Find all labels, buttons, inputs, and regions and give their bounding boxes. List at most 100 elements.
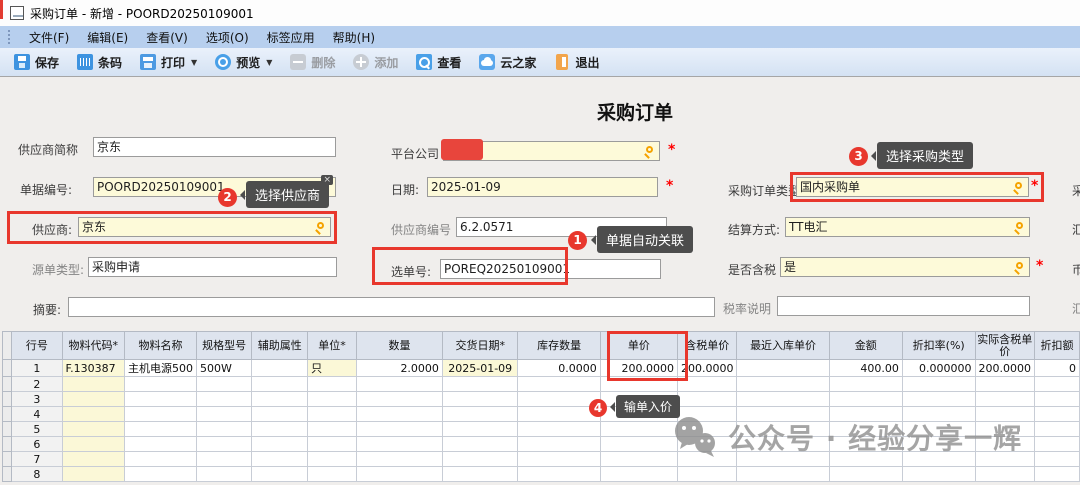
menu-item[interactable]: 选项(O) xyxy=(197,27,258,48)
table-cell[interactable] xyxy=(600,422,677,437)
table-cell[interactable] xyxy=(252,437,308,452)
source-type-input[interactable]: 采购申请 xyxy=(88,257,337,277)
toolbar-save-button[interactable]: 保存 xyxy=(6,52,67,73)
row-number-cell[interactable]: 8 xyxy=(12,467,62,482)
table-cell[interactable] xyxy=(62,422,124,437)
table-cell[interactable] xyxy=(829,392,902,407)
table-cell[interactable] xyxy=(518,377,600,392)
toolbar-barcode-button[interactable]: 条码 xyxy=(69,52,130,73)
table-cell[interactable] xyxy=(518,452,600,467)
lookup-icon[interactable] xyxy=(642,145,656,158)
table-cell[interactable] xyxy=(196,437,251,452)
dropdown-arrow-icon[interactable]: ▼ xyxy=(266,58,272,67)
table-cell[interactable] xyxy=(62,392,124,407)
table-cell[interactable] xyxy=(196,452,251,467)
table-cell[interactable]: 主机电源500 xyxy=(124,360,196,377)
table-cell[interactable] xyxy=(442,407,518,422)
row-gutter[interactable] xyxy=(3,377,12,392)
table-cell[interactable] xyxy=(737,377,829,392)
summary-input[interactable] xyxy=(68,297,715,317)
toolbar-add-button[interactable]: 添加 xyxy=(345,52,406,73)
toolbar-preview-button[interactable]: 预览▼ xyxy=(207,52,280,73)
date-input[interactable]: 2025-01-09 xyxy=(427,177,658,197)
table-cell[interactable] xyxy=(737,360,829,377)
table-cell[interactable] xyxy=(975,392,1035,407)
row-gutter[interactable] xyxy=(3,392,12,407)
table-cell[interactable] xyxy=(357,392,443,407)
table-cell[interactable] xyxy=(1035,437,1080,452)
table-cell[interactable] xyxy=(518,392,600,407)
toolbar-yunzhijia-button[interactable]: 云之家 xyxy=(471,52,544,73)
table-cell[interactable] xyxy=(308,437,357,452)
table-cell[interactable] xyxy=(902,467,975,482)
table-cell[interactable]: 200.0000 xyxy=(975,360,1035,377)
supplier-short-input[interactable]: 京东 xyxy=(93,137,336,157)
table-cell[interactable] xyxy=(1035,392,1080,407)
table-cell[interactable] xyxy=(357,452,443,467)
table-cell[interactable]: 0.0000 xyxy=(518,360,600,377)
table-cell[interactable] xyxy=(1035,407,1080,422)
table-cell[interactable] xyxy=(252,422,308,437)
table-cell[interactable] xyxy=(124,452,196,467)
table-cell[interactable] xyxy=(124,467,196,482)
toolbar-print-button[interactable]: 打印▼ xyxy=(132,52,205,73)
lookup-icon[interactable] xyxy=(1012,261,1026,274)
table-cell[interactable] xyxy=(357,407,443,422)
close-icon[interactable]: × xyxy=(321,175,333,185)
table-cell[interactable] xyxy=(737,392,829,407)
row-number-cell[interactable]: 5 xyxy=(12,422,62,437)
table-cell[interactable] xyxy=(196,422,251,437)
table-cell[interactable] xyxy=(196,392,251,407)
table-cell[interactable] xyxy=(1035,467,1080,482)
table-cell[interactable] xyxy=(62,407,124,422)
settlement-input[interactable]: TT电汇 xyxy=(785,217,1030,237)
table-cell[interactable] xyxy=(357,377,443,392)
table-cell[interactable] xyxy=(518,437,600,452)
table-cell[interactable] xyxy=(829,467,902,482)
table-cell[interactable] xyxy=(975,377,1035,392)
table-cell[interactable] xyxy=(442,422,518,437)
menu-item[interactable]: 查看(V) xyxy=(137,27,197,48)
table-cell[interactable] xyxy=(1035,452,1080,467)
row-number-cell[interactable]: 3 xyxy=(12,392,62,407)
table-cell[interactable] xyxy=(124,392,196,407)
table-cell[interactable] xyxy=(600,452,677,467)
table-cell[interactable] xyxy=(196,407,251,422)
table-cell[interactable] xyxy=(829,377,902,392)
lookup-icon[interactable] xyxy=(1012,221,1026,234)
table-cell[interactable]: 2025-01-09 xyxy=(442,360,518,377)
dropdown-arrow-icon[interactable]: ▼ xyxy=(191,58,197,67)
table-cell[interactable] xyxy=(252,360,308,377)
table-cell[interactable] xyxy=(442,437,518,452)
table-cell[interactable] xyxy=(308,467,357,482)
table-cell[interactable] xyxy=(442,452,518,467)
table-cell[interactable] xyxy=(252,392,308,407)
table-cell[interactable] xyxy=(975,467,1035,482)
table-cell[interactable] xyxy=(677,392,737,407)
menu-item[interactable]: 标签应用 xyxy=(258,27,324,48)
table-cell[interactable] xyxy=(600,437,677,452)
table-cell[interactable] xyxy=(357,437,443,452)
table-cell[interactable] xyxy=(737,467,829,482)
table-cell[interactable] xyxy=(442,392,518,407)
table-cell[interactable] xyxy=(677,467,737,482)
table-cell[interactable] xyxy=(600,467,677,482)
table-cell[interactable]: 0 xyxy=(1035,360,1080,377)
table-cell[interactable] xyxy=(62,437,124,452)
table-cell[interactable]: F.130387 xyxy=(62,360,124,377)
menu-item[interactable]: 帮助(H) xyxy=(324,27,384,48)
table-cell[interactable] xyxy=(357,422,443,437)
table-cell[interactable] xyxy=(1035,422,1080,437)
table-cell[interactable] xyxy=(62,467,124,482)
toolbar-view-button[interactable]: 查看 xyxy=(408,52,469,73)
table-cell[interactable] xyxy=(196,377,251,392)
table-cell[interactable] xyxy=(124,422,196,437)
toolbar-delete-button[interactable]: 删除 xyxy=(282,52,343,73)
table-cell[interactable] xyxy=(1035,377,1080,392)
row-number-cell[interactable]: 2 xyxy=(12,377,62,392)
row-number-cell[interactable]: 7 xyxy=(12,452,62,467)
table-cell[interactable] xyxy=(442,467,518,482)
table-cell[interactable] xyxy=(357,467,443,482)
table-cell[interactable] xyxy=(124,377,196,392)
table-cell[interactable] xyxy=(308,377,357,392)
